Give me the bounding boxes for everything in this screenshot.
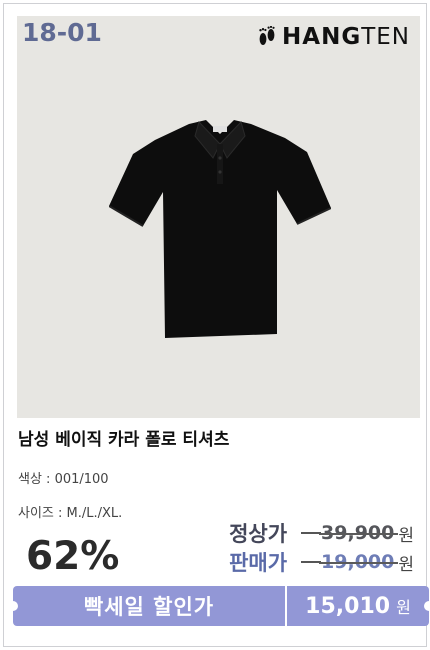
sale-price-label: 판매가 xyxy=(229,551,288,575)
footprint-icon xyxy=(259,26,275,45)
regular-price-row: 정상가 39,900 원 xyxy=(229,518,414,548)
product-title[interactable]: 남성 베이직 카라 폴로 티셔츠 xyxy=(18,425,229,450)
product-code: 18-01 xyxy=(22,18,102,47)
flash-sale-label-box[interactable]: 빡세일 할인가 xyxy=(8,586,285,626)
regular-price-label: 정상가 xyxy=(229,522,288,546)
sale-price: 19,000 xyxy=(319,551,399,573)
polo-shirt-icon xyxy=(109,120,331,338)
product-image[interactable]: 18-01 HANGTEN xyxy=(17,16,420,418)
final-currency: 원 xyxy=(396,598,411,617)
product-card[interactable]: 18-01 HANGTEN 남성 베이직 카라 폴로 티셔츠 색상: 001/… xyxy=(3,3,427,647)
price-dash xyxy=(301,561,322,563)
price-dash xyxy=(301,532,322,534)
sale-price-row: 판매가 19,000 원 xyxy=(229,547,414,577)
brand-logo: HANGTEN xyxy=(256,24,410,50)
brand-name: HANGTEN xyxy=(282,24,410,50)
final-price-box[interactable]: 15,010 원 xyxy=(287,586,430,626)
size-option: 사이즈 : M./L./XL. xyxy=(18,506,123,521)
discount-rate: 62% xyxy=(26,534,120,579)
final-price: 15,010 xyxy=(305,593,391,619)
color-option: 색상 : 001/100 xyxy=(18,472,109,487)
flash-sale-bar[interactable]: 빡세일 할인가 15,010 원 xyxy=(8,586,430,626)
flash-sale-label: 빡세일 할인가 xyxy=(83,595,215,619)
regular-price: 39,900 xyxy=(319,522,399,544)
currency-unit: 원 xyxy=(398,554,414,575)
currency-unit: 원 xyxy=(398,525,414,546)
